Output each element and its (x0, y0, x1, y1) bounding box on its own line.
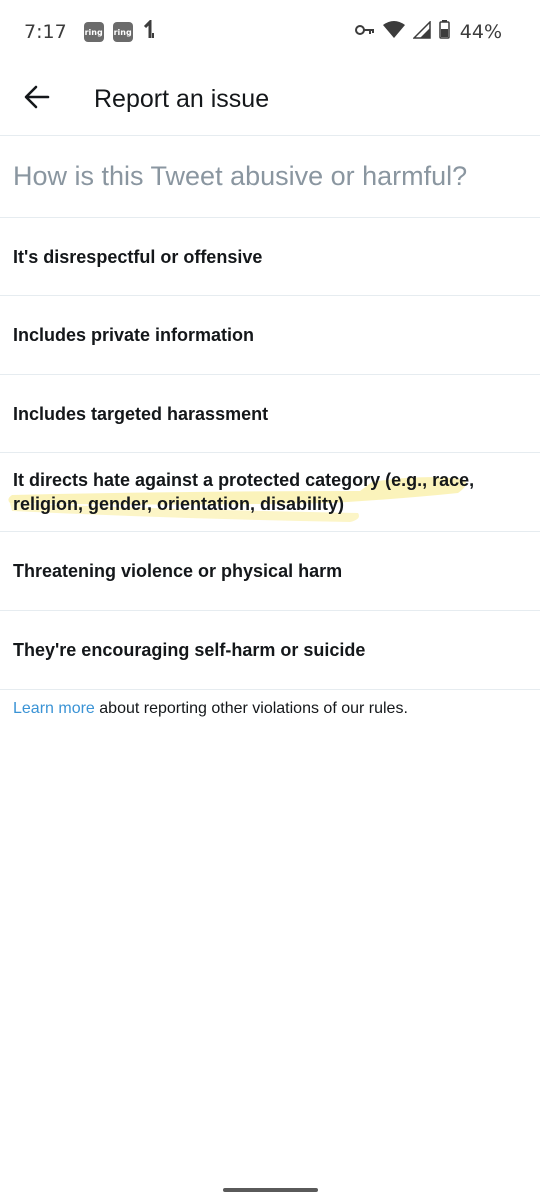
wifi-icon (382, 20, 405, 44)
vpn-key-icon (354, 23, 375, 42)
option-hate-protected-category[interactable]: It directs hate against a protected cate… (0, 453, 540, 532)
option-self-harm[interactable]: They're encouraging self-harm or suicide (0, 611, 540, 690)
network-arrow-icon (142, 17, 156, 45)
ring-app-icon: ring (83, 22, 104, 42)
status-time: 7:17 (24, 21, 67, 43)
option-label: Includes private information (13, 325, 255, 345)
back-arrow-icon (24, 85, 50, 114)
option-label-line1: It directs hate against a protected cate… (13, 470, 475, 490)
option-label: It's disrespectful or offensive (13, 246, 263, 267)
back-button[interactable] (13, 76, 61, 124)
option-label: They're encouraging self-harm or suicide (13, 640, 366, 660)
option-label: Threatening violence or physical harm (13, 561, 343, 581)
report-issue-screen: 7:17 ring ring 44% Report an issue How i… (0, 0, 540, 1200)
navigation-gesture-bar[interactable] (223, 1188, 318, 1192)
battery-percentage: 44% (459, 21, 502, 43)
option-label-line2: religion, gender, orientation, disabilit… (13, 494, 345, 514)
battery-icon (439, 20, 450, 44)
ring-app-icon: ring (112, 22, 133, 42)
option-label-wrapper: It directs hate against a protected cate… (13, 468, 474, 516)
learn-more-link[interactable]: Learn more (13, 700, 95, 717)
status-bar: 7:17 ring ring 44% (0, 0, 540, 64)
option-targeted-harassment[interactable]: Includes targeted harassment (0, 375, 540, 453)
app-header: Report an issue (0, 64, 540, 136)
option-label: Includes targeted harassment (13, 403, 269, 424)
question-text: How is this Tweet abusive or harmful? (13, 161, 468, 191)
learn-more-text: Learn more about reporting other violati… (13, 700, 408, 718)
status-right: 44% (354, 19, 502, 44)
status-left: 7:17 ring ring (24, 17, 156, 45)
cell-signal-icon (411, 19, 431, 44)
report-question: How is this Tweet abusive or harmful? (0, 136, 540, 218)
option-private-information[interactable]: Includes private information (0, 296, 540, 375)
option-disrespectful[interactable]: It's disrespectful or offensive (0, 218, 540, 296)
option-threatening-violence[interactable]: Threatening violence or physical harm (0, 532, 540, 611)
page-title: Report an issue (94, 85, 270, 113)
learn-more-rest: about reporting other violations of our … (94, 700, 408, 717)
